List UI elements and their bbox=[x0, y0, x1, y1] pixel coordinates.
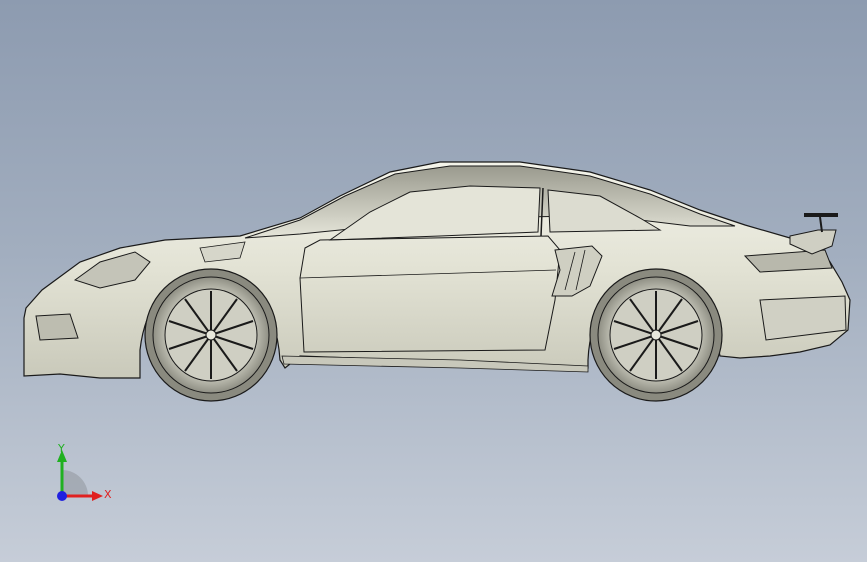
z-axis-dot bbox=[57, 491, 67, 501]
graphics-viewport[interactable]: Y X bbox=[0, 0, 867, 562]
x-axis-label: X bbox=[104, 488, 112, 501]
wing-blade bbox=[804, 213, 838, 217]
y-axis-label: Y bbox=[58, 442, 65, 455]
front-wheel bbox=[144, 268, 278, 402]
coordinate-triad: Y X bbox=[48, 440, 118, 510]
rear-wheel bbox=[589, 268, 723, 402]
car-model[interactable] bbox=[0, 0, 867, 562]
front-intake bbox=[35, 313, 79, 341]
